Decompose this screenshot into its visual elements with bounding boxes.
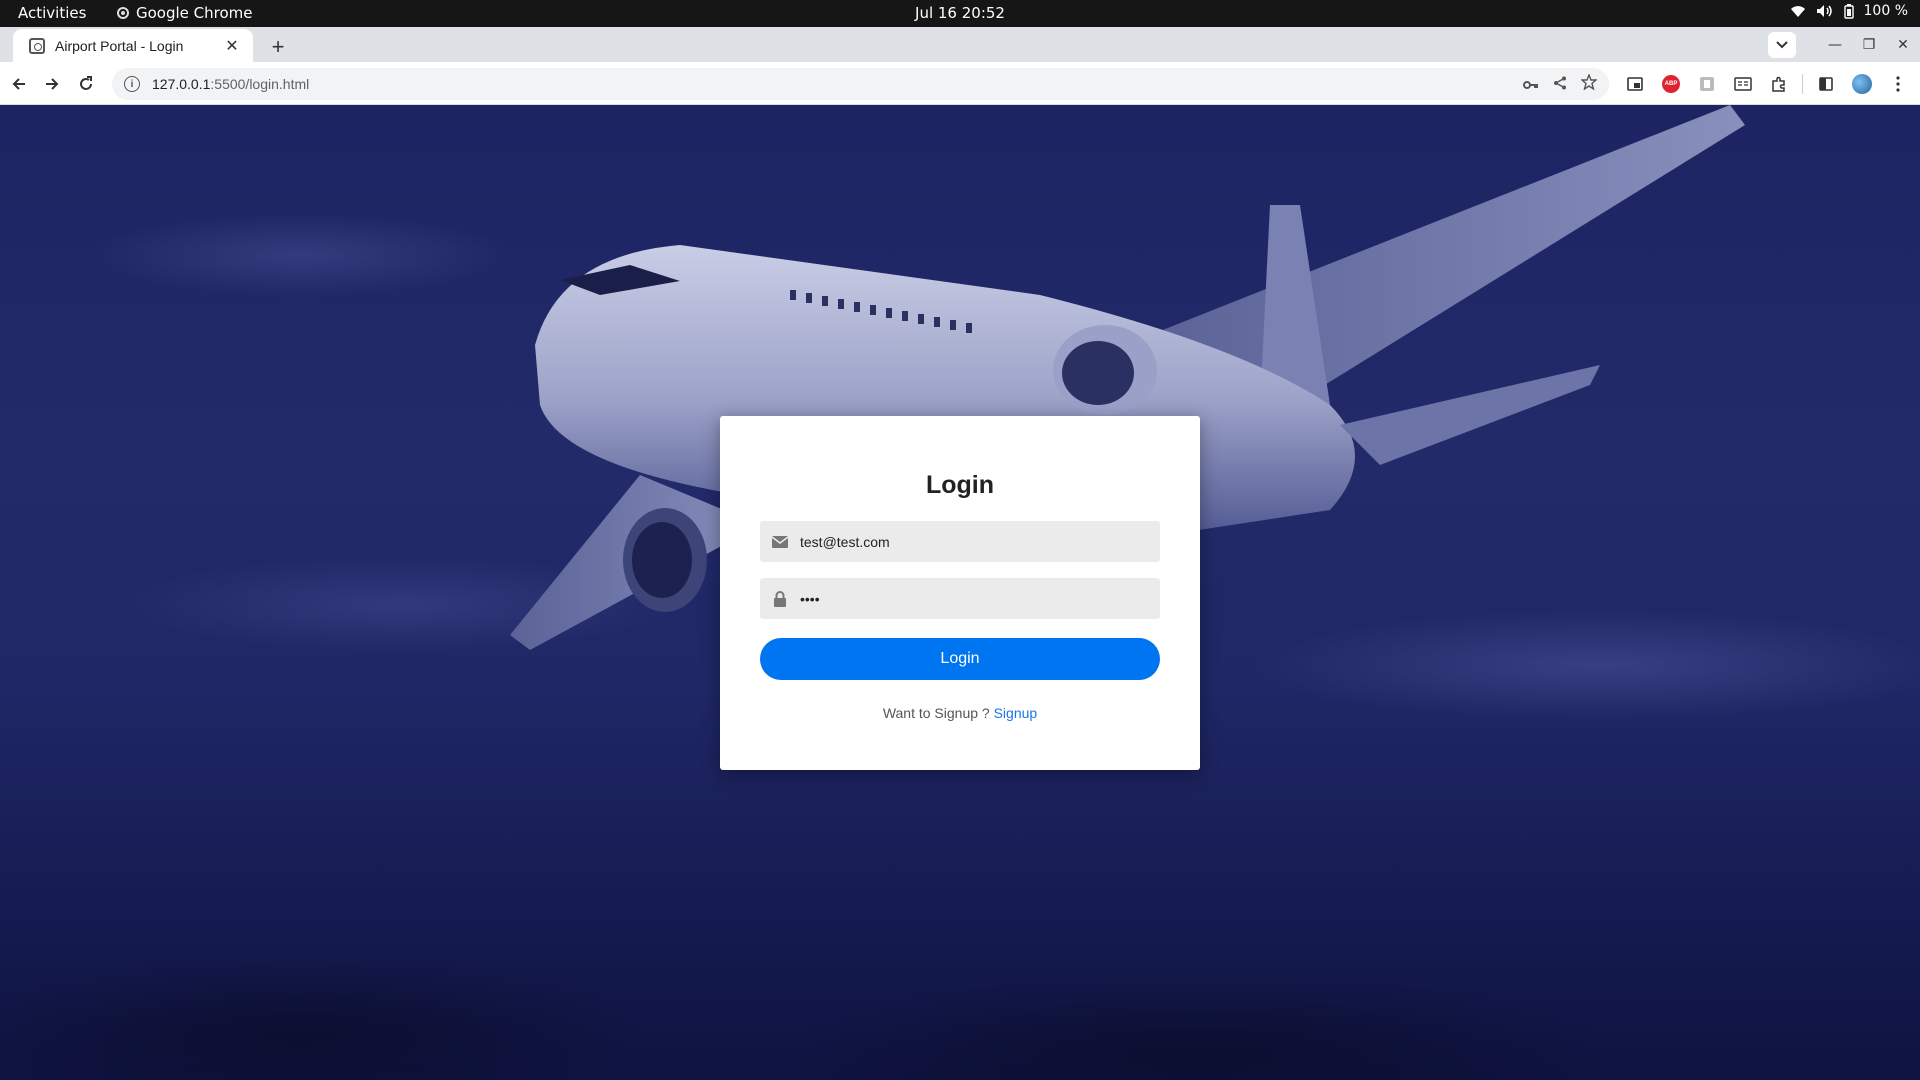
system-tray[interactable]: 100 % xyxy=(1790,3,1908,19)
wifi-icon xyxy=(1790,4,1806,18)
app-menu[interactable]: Google Chrome xyxy=(117,4,253,22)
chrome-menu-icon[interactable] xyxy=(1885,71,1911,97)
arrow-right-icon xyxy=(46,78,59,90)
login-heading: Login xyxy=(925,471,995,499)
picture-in-picture-icon[interactable] xyxy=(1622,71,1648,97)
tab-title: Airport Portal - Login xyxy=(55,37,184,54)
profile-avatar[interactable] xyxy=(1849,71,1875,97)
restore-button[interactable]: ❐ xyxy=(1852,37,1886,53)
tab-airport-portal[interactable]: Airport Portal - Login ✕ xyxy=(13,29,253,62)
new-tab-button[interactable]: + xyxy=(264,33,292,61)
chevron-down-icon xyxy=(1776,40,1788,48)
tab-search-button[interactable] xyxy=(1768,31,1796,58)
close-window-button[interactable]: ✕ xyxy=(1886,37,1920,53)
side-panel-icon[interactable] xyxy=(1813,71,1839,97)
system-top-bar: Activities Google Chrome Jul 16 20:52 10… xyxy=(0,0,1920,27)
extension-grey-icon[interactable] xyxy=(1694,71,1720,97)
arrow-left-icon xyxy=(12,78,25,90)
battery-icon xyxy=(1843,3,1854,19)
volume-icon xyxy=(1816,4,1834,18)
minimize-button[interactable]: — xyxy=(1818,37,1852,53)
envelope-icon xyxy=(772,534,788,550)
key-icon[interactable] xyxy=(1523,75,1539,94)
tab-close-icon[interactable]: ✕ xyxy=(223,36,241,55)
password-field[interactable]: •••• xyxy=(760,578,1160,619)
signup-link[interactable]: Signup xyxy=(994,705,1038,721)
reader-extension-icon[interactable] xyxy=(1730,71,1756,97)
url-path: :5500/login.html xyxy=(210,76,310,92)
activities-button[interactable]: Activities xyxy=(18,4,86,22)
signup-prompt-text: Want to Signup ? xyxy=(882,705,990,721)
login-button[interactable]: Login xyxy=(760,638,1160,680)
adblock-plus-icon[interactable]: ABP xyxy=(1658,71,1684,97)
password-value[interactable]: •••• xyxy=(800,591,820,607)
signup-prompt: Want to Signup ? Signup xyxy=(720,705,1200,721)
reload-icon xyxy=(80,76,92,90)
login-card: Login test@test.com •••• Login Want to S… xyxy=(720,416,1200,770)
email-value[interactable]: test@test.com xyxy=(800,534,890,550)
battery-percent: 100 % xyxy=(1863,3,1908,19)
back-button[interactable] xyxy=(5,70,33,98)
tab-strip: Airport Portal - Login ✕ + — ❐ ✕ xyxy=(0,27,1920,62)
app-name: Google Chrome xyxy=(136,4,253,22)
share-icon[interactable] xyxy=(1553,75,1567,94)
url-host: 127.0.0.1 xyxy=(152,76,211,92)
url-text[interactable]: 127.0.0.1:5500/login.html xyxy=(152,76,309,92)
clock[interactable]: Jul 16 20:52 xyxy=(915,4,1005,22)
extensions-puzzle-icon[interactable] xyxy=(1766,71,1792,97)
page-viewport: Login test@test.com •••• Login Want to S… xyxy=(0,105,1920,1080)
forward-button[interactable] xyxy=(38,70,66,98)
toolbar-divider xyxy=(1802,74,1803,94)
chrome-app-icon xyxy=(117,7,129,19)
browser-toolbar: i 127.0.0.1:5500/login.html ABP xyxy=(0,62,1920,105)
lock-icon xyxy=(772,590,788,607)
site-info-icon[interactable]: i xyxy=(124,76,140,92)
email-field[interactable]: test@test.com xyxy=(760,521,1160,562)
favicon-icon xyxy=(29,37,45,54)
bookmark-star-icon[interactable] xyxy=(1580,73,1598,94)
reload-button[interactable] xyxy=(72,70,100,98)
address-bar[interactable]: i 127.0.0.1:5500/login.html xyxy=(112,68,1609,100)
